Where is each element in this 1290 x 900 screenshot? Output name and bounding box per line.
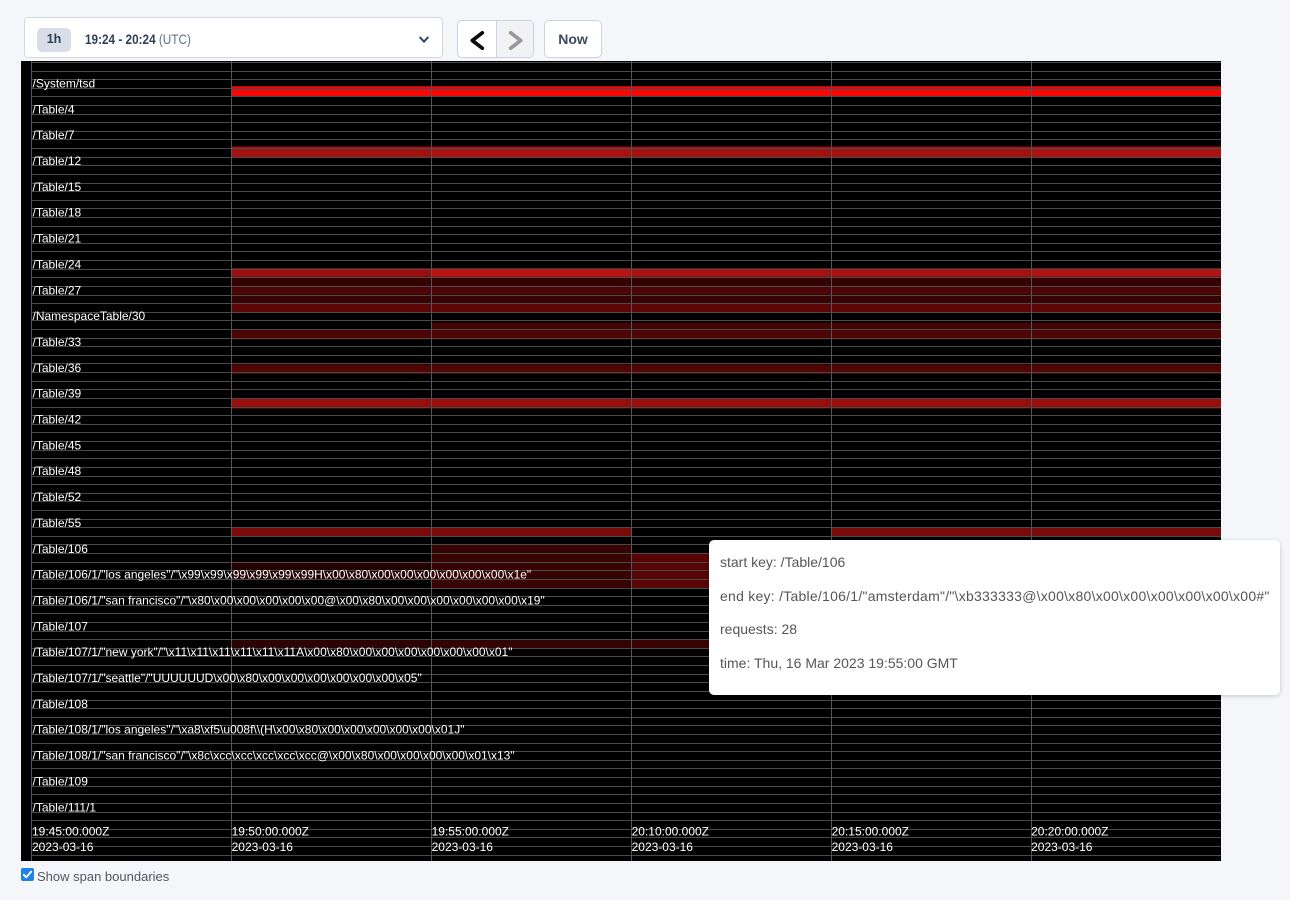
svg-text:/Table/108/1/"los angeles"/"\x: /Table/108/1/"los angeles"/"\xa8\xf5\u00… (33, 723, 465, 737)
svg-text:/Table/52: /Table/52 (33, 490, 82, 504)
svg-text:/Table/33: /Table/33 (33, 335, 82, 349)
svg-text:/Table/108: /Table/108 (33, 697, 89, 711)
svg-text:/Table/24: /Table/24 (33, 257, 82, 271)
svg-text:/Table/27: /Table/27 (33, 283, 82, 297)
svg-text:/Table/39: /Table/39 (33, 387, 82, 401)
svg-text:/Table/108/1/"san francisco"/": /Table/108/1/"san francisco"/"\x8c\xcc\x… (33, 749, 515, 763)
svg-text:19:50:00.000Z: 19:50:00.000Z (232, 825, 309, 839)
svg-text:/Table/55: /Table/55 (33, 516, 82, 530)
svg-text:/Table/107/1/"new york"/"\x11\: /Table/107/1/"new york"/"\x11\x11\x11\x1… (33, 645, 513, 659)
svg-text:/Table/42: /Table/42 (33, 413, 82, 427)
svg-text:2023-03-16: 2023-03-16 (232, 840, 294, 854)
svg-text:/Table/106/1/"san francisco"/": /Table/106/1/"san francisco"/"\x80\x00\x… (33, 594, 545, 608)
svg-text:/Table/12: /Table/12 (33, 154, 82, 168)
svg-text:/Table/4: /Table/4 (33, 102, 75, 116)
svg-text:2023-03-16: 2023-03-16 (432, 840, 494, 854)
svg-text:/Table/106/1/"los angeles"/"\x: /Table/106/1/"los angeles"/"\x99\x99\x99… (33, 568, 532, 582)
svg-text:/Table/111/1: /Table/111/1 (33, 800, 97, 814)
svg-text:/System/tsd: /System/tsd (33, 76, 96, 90)
svg-text:/Table/18: /Table/18 (33, 206, 82, 220)
svg-text:19:45:00.000Z: 19:45:00.000Z (32, 825, 109, 839)
svg-text:/Table/106: /Table/106 (33, 542, 89, 556)
svg-text:/Table/109: /Table/109 (33, 774, 89, 788)
svg-text:/Table/45: /Table/45 (33, 438, 82, 452)
svg-text:2023-03-16: 2023-03-16 (32, 840, 94, 854)
svg-text:2023-03-16: 2023-03-16 (1031, 840, 1093, 854)
svg-text:/Table/15: /Table/15 (33, 180, 82, 194)
svg-text:20:10:00.000Z: 20:10:00.000Z (632, 825, 709, 839)
svg-text:/Table/48: /Table/48 (33, 464, 82, 478)
svg-text:20:15:00.000Z: 20:15:00.000Z (832, 825, 909, 839)
svg-text:/Table/107: /Table/107 (33, 619, 89, 633)
svg-text:2023-03-16: 2023-03-16 (832, 840, 894, 854)
svg-text:/Table/36: /Table/36 (33, 361, 82, 375)
svg-text:19:55:00.000Z: 19:55:00.000Z (432, 825, 509, 839)
svg-text:/Table/21: /Table/21 (33, 232, 82, 246)
svg-text:2023-03-16: 2023-03-16 (632, 840, 694, 854)
svg-text:/Table/7: /Table/7 (33, 128, 75, 142)
svg-text:/Table/107/1/"seattle"/"UUUUUU: /Table/107/1/"seattle"/"UUUUUUD\x00\x80\… (33, 671, 422, 685)
svg-text:20:20:00.000Z: 20:20:00.000Z (1031, 825, 1108, 839)
svg-text:/NamespaceTable/30: /NamespaceTable/30 (33, 309, 146, 323)
